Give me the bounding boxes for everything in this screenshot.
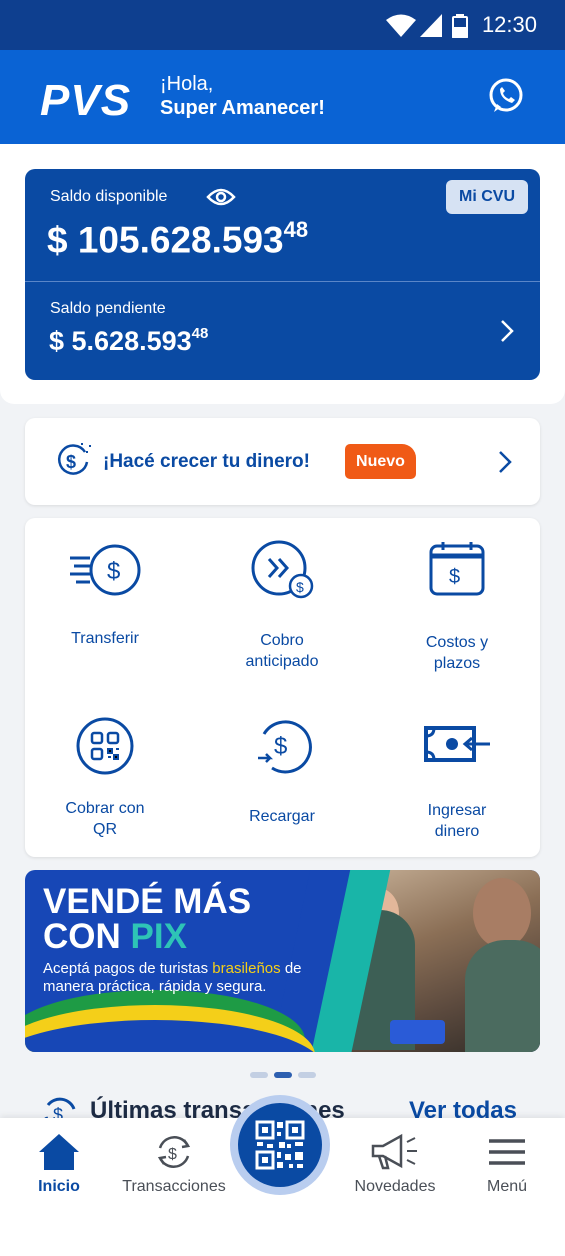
nav-label: Menú	[486, 1178, 528, 1195]
available-balance-amount: $ 105.628.59348	[47, 217, 309, 261]
action-ingresar-dinero[interactable]: Ingresar dinero	[377, 724, 537, 842]
action-cobrar-qr[interactable]: Cobrar con QR	[25, 716, 185, 840]
transactions-icon: $	[157, 1136, 191, 1168]
advance-payment-icon: $	[251, 540, 314, 599]
action-label: Costos y plazos	[425, 634, 489, 672]
greeting: ¡Hola, Super Amanecer!	[160, 72, 325, 120]
signal-icon	[420, 14, 442, 37]
banner-subtitle-a: Aceptá pagos de turistas	[43, 960, 213, 977]
nav-label: Transacciones	[122, 1178, 226, 1195]
pix-banner[interactable]: VENDÉ MÁS CON PIX Aceptá pagos de turist…	[25, 870, 540, 1052]
balance-divider	[25, 281, 540, 282]
carousel-dot[interactable]	[298, 1072, 316, 1078]
nav-transacciones[interactable]: $ Transacciones	[119, 1132, 229, 1196]
available-balance-value: $ 105.628.593	[47, 219, 284, 261]
action-label: Ingresar dinero	[427, 802, 487, 840]
megaphone-icon	[371, 1133, 417, 1170]
carousel-dot[interactable]	[250, 1072, 268, 1078]
banner-subtitle: Aceptá pagos de turistas brasileños de m…	[43, 960, 333, 996]
my-cvu-button[interactable]: Mi CVU	[446, 180, 528, 214]
action-label: Cobrar con QR	[65, 800, 145, 838]
svg-text:$: $	[449, 566, 460, 588]
chevron-right-icon	[499, 451, 512, 473]
status-bar: 12:30	[0, 0, 565, 50]
qr-icon	[76, 717, 134, 775]
banner-person	[465, 940, 540, 1052]
banner-person	[473, 878, 531, 948]
transfer-icon: $	[70, 544, 141, 596]
svg-text:$: $	[66, 452, 76, 472]
new-badge: Nuevo	[345, 444, 416, 479]
money-growth-icon: $	[58, 443, 91, 475]
whatsapp-icon[interactable]	[486, 76, 526, 116]
banner-title-con: CON	[43, 917, 131, 956]
pending-balance-cents: 48	[191, 325, 209, 342]
recharge-icon: $	[258, 720, 312, 774]
hamburger-icon	[489, 1139, 525, 1165]
action-cobro-anticipado[interactable]: $ Cobro anticipado	[202, 538, 362, 672]
battery-icon	[452, 14, 468, 38]
action-transferir[interactable]: $ Transferir	[25, 542, 185, 649]
cash-in-icon	[424, 726, 490, 762]
qr-code-icon	[255, 1120, 305, 1170]
user-name: Super Amanecer!	[160, 97, 325, 119]
banner-title-line1: VENDÉ MÁS	[43, 882, 252, 921]
app-header: PVS ¡Hola, Super Amanecer!	[0, 50, 565, 144]
pending-balance-value: $ 5.628.593	[49, 326, 192, 356]
nav-label: Inicio	[38, 1178, 80, 1195]
svg-text:$: $	[107, 558, 120, 585]
status-time: 12:30	[481, 12, 537, 37]
nav-label: Novedades	[354, 1178, 436, 1195]
scan-qr-button[interactable]	[238, 1103, 322, 1187]
available-balance-cents: 48	[283, 217, 309, 242]
carousel-dots	[250, 1065, 322, 1078]
banner-title: VENDÉ MÁS CON PIX	[43, 884, 251, 954]
action-recargar[interactable]: $ Recargar	[202, 716, 362, 827]
banner-title-pix: PIX	[130, 917, 187, 956]
svg-text:$: $	[296, 579, 304, 595]
action-label: Transferir	[71, 630, 139, 647]
calendar-icon: $	[429, 542, 485, 596]
banner-pos-terminal	[390, 1020, 445, 1044]
pending-balance-label: Saldo pendiente	[50, 300, 166, 317]
pending-balance-amount: $ 5.628.59348	[49, 325, 209, 357]
app-logo: PVS	[40, 76, 132, 125]
available-balance-label: Saldo disponible	[50, 188, 168, 205]
chevron-right-icon[interactable]	[500, 319, 514, 343]
home-icon	[39, 1134, 79, 1170]
action-label: Cobro anticipado	[245, 632, 319, 670]
wifi-icon	[386, 14, 416, 37]
carousel-dot-active[interactable]	[274, 1072, 292, 1078]
nav-novedades[interactable]: Novedades	[340, 1132, 450, 1196]
greeting-text: ¡Hola,	[160, 73, 214, 95]
nav-inicio[interactable]: Inicio	[4, 1132, 114, 1196]
grow-money-promo[interactable]: $ ¡Hacé crecer tu dinero! Nuevo	[25, 418, 540, 505]
nav-menu[interactable]: Menú	[452, 1132, 562, 1196]
svg-text:$: $	[274, 733, 287, 760]
eye-icon[interactable]	[206, 187, 236, 207]
promo-text: ¡Hacé crecer tu dinero!	[103, 451, 310, 472]
svg-text:$: $	[168, 1146, 177, 1163]
action-costos-plazos[interactable]: $ Costos y plazos	[377, 540, 537, 674]
banner-subtitle-highlight: brasileños	[212, 960, 281, 977]
quick-actions: $ Transferir $ Cobro anticipado $ Costos…	[25, 518, 540, 857]
balance-card: Saldo disponible Mi CVU $ 105.628.59348 …	[25, 169, 540, 380]
action-label: Recargar	[249, 808, 315, 825]
